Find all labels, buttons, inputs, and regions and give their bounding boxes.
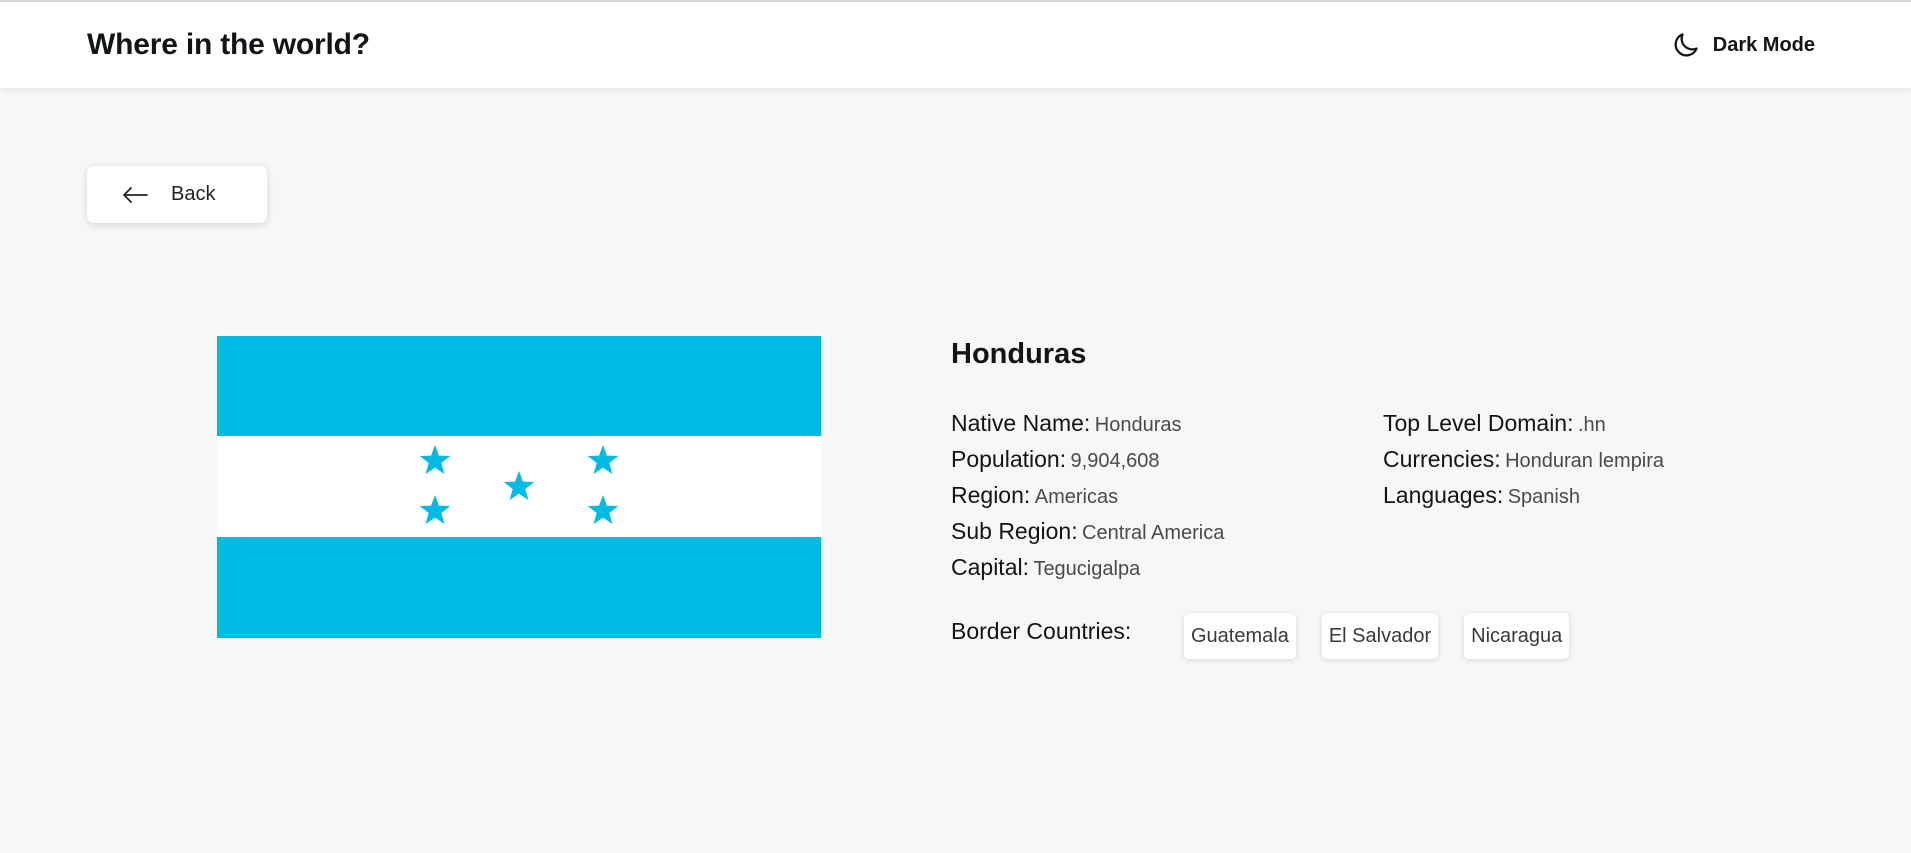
border-country-button[interactable]: Guatemala <box>1184 613 1296 659</box>
field-value: Honduras <box>1094 414 1182 436</box>
field-label: Population: <box>951 446 1067 472</box>
moon-icon <box>1674 33 1698 57</box>
field-native-name: Native Name: Honduras <box>951 410 1224 446</box>
field-label: Languages: <box>1383 482 1504 508</box>
field-region: Region: Americas <box>951 482 1224 518</box>
dark-mode-label: Dark Mode <box>1712 33 1815 56</box>
back-button[interactable]: Back <box>87 166 267 223</box>
country-flag <box>217 336 821 638</box>
border-country-button[interactable]: Nicaragua <box>1464 613 1570 659</box>
app-title: Where in the world? <box>87 28 370 61</box>
app-header: Where in the world? Dark Mode <box>0 2 1911 88</box>
field-languages: Languages: Spanish <box>1383 482 1664 518</box>
field-capital: Capital: Tegucigalpa <box>951 554 1224 590</box>
field-population: Population: 9,904,608 <box>951 446 1224 482</box>
field-value: Spanish <box>1507 486 1580 508</box>
back-button-label: Back <box>171 183 216 205</box>
field-value: Tegucigalpa <box>1033 558 1141 580</box>
country-details: Honduras <box>951 338 1751 371</box>
field-label: Region: <box>951 482 1031 508</box>
field-label: Capital: <box>951 554 1029 580</box>
field-value: Americas <box>1034 486 1119 508</box>
field-value: 9,904,608 <box>1070 450 1160 472</box>
field-value: .hn <box>1577 414 1606 436</box>
fields-left-column: Native Name: Honduras Population: 9,904,… <box>951 410 1224 590</box>
flag-top-stripe <box>217 336 821 436</box>
field-currencies: Currencies: Honduran lempira <box>1383 446 1664 482</box>
field-value: Honduran lempira <box>1505 450 1665 472</box>
country-name: Honduras <box>951 338 1087 370</box>
arrow-left-icon <box>123 186 148 203</box>
border-countries-label: Border Countries: <box>951 618 1132 644</box>
field-label: Native Name: <box>951 410 1091 436</box>
field-sub-region: Sub Region: Central America <box>951 518 1224 554</box>
field-value: Central America <box>1082 522 1225 544</box>
fields-right-column: Top Level Domain: .hn Currencies: Hondur… <box>1383 410 1664 518</box>
border-country-button[interactable]: El Salvador <box>1321 613 1439 659</box>
dark-mode-toggle[interactable]: Dark Mode <box>1671 30 1815 60</box>
field-label: Top Level Domain: <box>1383 410 1574 436</box>
field-label: Currencies: <box>1383 446 1501 472</box>
border-countries: Border Countries: Guatemala El Salvador … <box>951 613 1595 663</box>
flag-bottom-stripe <box>217 537 821 638</box>
field-top-level-domain: Top Level Domain: .hn <box>1383 410 1664 446</box>
field-label: Sub Region: <box>951 518 1078 544</box>
